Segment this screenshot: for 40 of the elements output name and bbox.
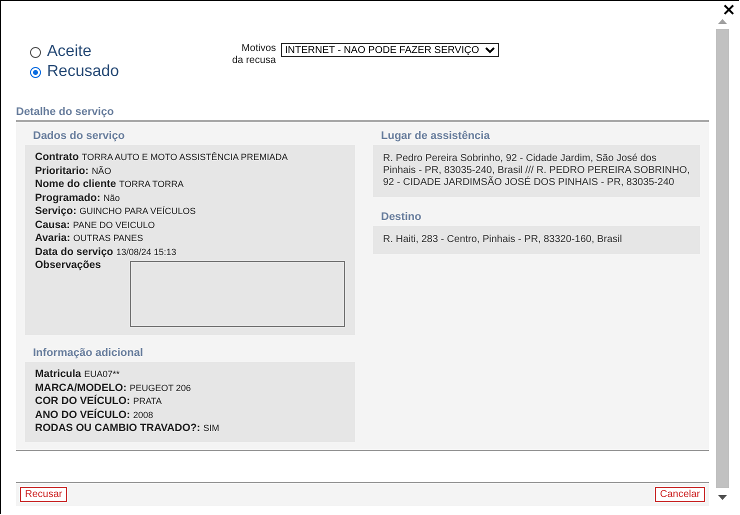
reason-dropdown[interactable]: INTERNET - NAO PODE FAZER SERVIÇO: [281, 43, 500, 57]
field-value: 13/08/24 15:13: [116, 246, 176, 256]
field-label: MARCA/MODELO:: [35, 382, 127, 394]
reason-label: Motivos da recusa: [231, 43, 276, 67]
field-label: COR DO VEÍCULO:: [35, 395, 130, 407]
field-label: Matricula: [35, 368, 82, 380]
field-label: Avaria:: [35, 232, 70, 244]
address-text: R. Haiti, 283 - Centro, Pinhais - PR, 83320-160, Brasil: [373, 226, 700, 254]
field-label: Prioritario:: [35, 164, 89, 176]
field-value: PRATA: [133, 396, 162, 406]
field-value: PANE DO VEICULO: [73, 220, 155, 230]
field-label: Observações: [35, 259, 102, 273]
field-value: Não: [103, 192, 120, 202]
field-label: ANO DO VEÍCULO:: [35, 408, 130, 420]
group-title: Dados do serviço: [33, 130, 125, 142]
field-value: PEUGEOT 206: [130, 382, 191, 392]
field-label: Causa:: [35, 218, 70, 230]
field-value: TORRA TORRA: [119, 179, 184, 189]
field-value: GUINCHO PARA VEÍCULOS: [79, 206, 196, 216]
field-value: NÃO: [92, 166, 112, 176]
action-button[interactable]: Cancelar: [654, 487, 705, 502]
field-value: OUTRAS PANES: [73, 233, 144, 243]
group-title: Lugar de assistência: [381, 130, 490, 142]
field-value: 2008: [133, 410, 154, 420]
close-button[interactable]: ×: [722, 2, 736, 18]
group-title: Informação adicional: [33, 347, 144, 359]
field-label: Nome do cliente: [35, 178, 116, 190]
field-label: Serviço:: [35, 205, 76, 217]
radio-label: Aceite: [47, 43, 92, 61]
radio-label: Recusado: [47, 63, 120, 81]
address-text: R. Pedro Pereira Sobrinho, 92 - Cidade Jardim, São José dos Pinhais - PR, 83035-240, Brasil /// R. PEDRO PEREIRA SOBRINHO, 92 - CIDADE JARDIMSÃO JOSÉ DOS PINHAIS - PR, 83035-240: [373, 145, 700, 197]
action-button[interactable]: Recusar: [20, 487, 68, 502]
field-label: Contrato: [35, 151, 79, 163]
field-label: RODAS OU CAMBIO TRAVADO?:: [35, 422, 200, 434]
field-value: SIM: [203, 423, 220, 433]
field-value: TORRA AUTO E MOTO ASSISTÊNCIA PREMIADA: [82, 152, 288, 162]
field-value: EUA07**: [84, 369, 120, 379]
field-label: Programado:: [35, 192, 100, 204]
field-label: Data do serviço: [35, 246, 114, 258]
group-title: Destino: [381, 211, 422, 223]
